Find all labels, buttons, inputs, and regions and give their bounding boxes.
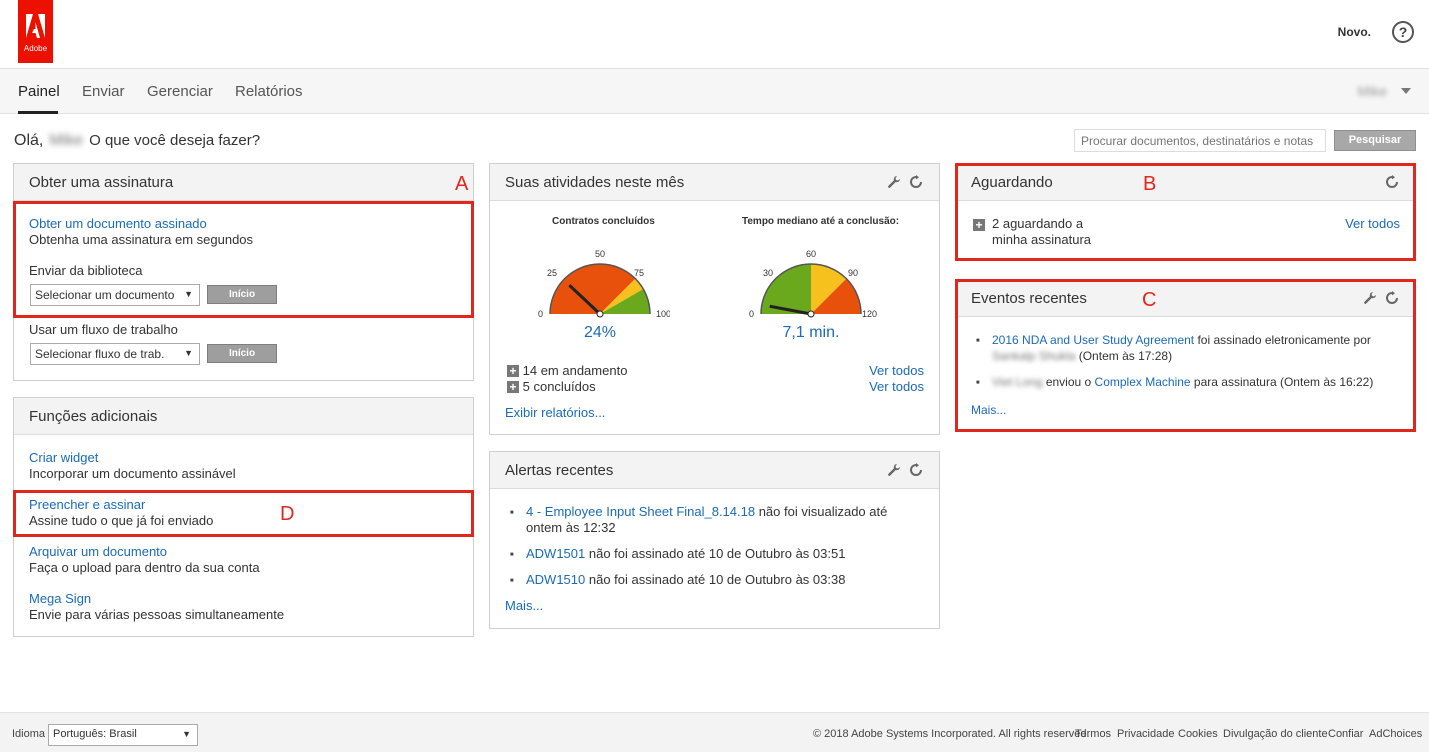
language-label: Idioma bbox=[12, 728, 46, 740]
see-all-in-progress[interactable]: Ver todos bbox=[869, 363, 924, 378]
marker-a: A bbox=[455, 173, 469, 195]
completed-text: 5 concluídos bbox=[522, 379, 596, 394]
gauge-median-time: 0 30 60 90 120 7,1 min. bbox=[749, 249, 877, 341]
alert-doc-link[interactable]: 4 - Employee Input Sheet Final_8.14.18 bbox=[526, 504, 755, 519]
wrench-icon[interactable] bbox=[887, 175, 901, 189]
alert-doc-link[interactable]: ADW1501 bbox=[526, 546, 585, 561]
completed-row[interactable]: + 5 concluídos bbox=[507, 379, 596, 394]
create-widget-link[interactable]: Criar widget bbox=[29, 450, 98, 465]
gauge-contracts: 0 25 50 75 100 24% bbox=[538, 249, 670, 341]
tab-manage[interactable]: Gerenciar bbox=[147, 83, 213, 100]
highlight-box-d bbox=[13, 490, 474, 537]
wrench-icon[interactable] bbox=[887, 463, 901, 477]
gauge1-hub bbox=[596, 310, 604, 318]
archive-link[interactable]: Arquivar um documento bbox=[29, 544, 167, 559]
marker-c: C bbox=[1142, 289, 1157, 311]
mega-sign-desc: Envie para várias pessoas simultaneament… bbox=[29, 607, 285, 622]
in-progress-row[interactable]: + 14 em andamento bbox=[507, 363, 627, 378]
refresh-icon[interactable] bbox=[909, 175, 923, 189]
alerts-more-link[interactable]: Mais... bbox=[505, 598, 543, 613]
greeting-question: O que você deseja fazer? bbox=[89, 132, 261, 149]
main-nav: Painel Enviar Gerenciar Relatórios bbox=[0, 68, 1429, 114]
alerts-panel: Alertas recentes 4 - Employee Input Shee… bbox=[489, 451, 940, 629]
gauge2-tick-60: 60 bbox=[806, 249, 816, 259]
list-item: 4 - Employee Input Sheet Final_8.14.18 n… bbox=[510, 504, 910, 536]
footer-link-cookies[interactable]: Cookies bbox=[1178, 728, 1218, 740]
gauge1-tick-50: 50 bbox=[595, 249, 605, 259]
create-widget-desc: Incorporar um documento assinável bbox=[29, 466, 236, 481]
footer-link-privacy[interactable]: Privacidade bbox=[1117, 728, 1174, 740]
footer: Idioma Português: Brasil © 2018 Adobe Sy… bbox=[0, 712, 1429, 752]
panel-title: Obter uma assinatura bbox=[14, 164, 473, 201]
marker-d: D bbox=[280, 503, 295, 525]
list-item: ADW1510 não foi assinado até 10 de Outub… bbox=[510, 572, 910, 589]
list-item: ADW1501 não foi assinado até 10 de Outub… bbox=[510, 546, 910, 563]
gauge2-hub bbox=[807, 310, 815, 318]
active-tab-indicator bbox=[18, 111, 58, 114]
reports-link[interactable]: Exibir relatórios... bbox=[505, 405, 605, 420]
footer-link-adchoices[interactable]: AdChoices bbox=[1369, 728, 1422, 740]
activities-panel: Suas atividades neste mês Contratos conc… bbox=[489, 163, 940, 435]
highlight-box-c bbox=[955, 279, 1416, 432]
highlight-box-a bbox=[13, 201, 474, 318]
gauge1-tick-25: 25 bbox=[547, 268, 557, 278]
gauge2-tick-0: 0 bbox=[749, 309, 754, 319]
workflow-label: Usar um fluxo de trabalho bbox=[29, 322, 178, 337]
workflow-select[interactable]: Selecionar fluxo de trab. bbox=[30, 343, 200, 365]
alert-text: não foi assinado até 10 de Outubro às 03… bbox=[585, 572, 846, 587]
language-select[interactable]: Português: Brasil bbox=[48, 724, 198, 746]
user-menu[interactable]: Mike bbox=[1357, 83, 1387, 99]
archive-desc: Faça o upload para dentro da sua conta bbox=[29, 560, 260, 575]
gauge2-label: Tempo mediano até a conclusão: bbox=[742, 216, 900, 227]
greeting-hello: Olá, bbox=[14, 132, 44, 149]
help-icon[interactable]: ? bbox=[1392, 21, 1414, 43]
panel-title-text: Alertas recentes bbox=[505, 462, 614, 479]
panel-title: Suas atividades neste mês bbox=[490, 164, 939, 201]
footer-link-trust[interactable]: Confiar bbox=[1328, 728, 1363, 740]
gauge2-value: 7,1 min. bbox=[783, 324, 840, 341]
gauge1-tick-100: 100 bbox=[656, 309, 670, 319]
search-button[interactable]: Pesquisar bbox=[1334, 130, 1416, 151]
alert-doc-link[interactable]: ADW1510 bbox=[526, 572, 585, 587]
footer-link-terms[interactable]: Termos bbox=[1075, 728, 1111, 740]
new-link[interactable]: Novo. bbox=[1338, 25, 1371, 39]
alerts-list: 4 - Employee Input Sheet Final_8.14.18 n… bbox=[510, 504, 910, 589]
gauge1-label: Contratos concluídos bbox=[552, 216, 655, 227]
gauge2-tick-120: 120 bbox=[862, 309, 877, 319]
footer-link-disclosure[interactable]: Divulgação do cliente bbox=[1223, 728, 1328, 740]
chevron-down-icon[interactable] bbox=[1401, 88, 1411, 94]
mega-sign-link[interactable]: Mega Sign bbox=[29, 591, 91, 606]
tab-send[interactable]: Enviar bbox=[82, 83, 125, 100]
greeting-name: Mike bbox=[49, 132, 84, 149]
gauge1-value: 24% bbox=[584, 324, 616, 341]
marker-b: B bbox=[1143, 173, 1157, 195]
gauge2-tick-30: 30 bbox=[763, 268, 773, 278]
panel-title: Alertas recentes bbox=[490, 452, 939, 489]
copyright: © 2018 Adobe Systems Incorporated. All r… bbox=[813, 728, 1090, 740]
plus-icon[interactable]: + bbox=[507, 381, 519, 393]
adobe-logo-icon bbox=[26, 14, 45, 38]
greeting: Olá, Mike O que você deseja fazer? bbox=[14, 132, 260, 150]
alert-text: não foi assinado até 10 de Outubro às 03… bbox=[585, 546, 846, 561]
tab-reports[interactable]: Relatórios bbox=[235, 83, 303, 100]
see-all-completed[interactable]: Ver todos bbox=[869, 379, 924, 394]
tab-dashboard[interactable]: Painel bbox=[18, 83, 60, 100]
search-input[interactable] bbox=[1074, 129, 1326, 152]
refresh-icon[interactable] bbox=[909, 463, 923, 477]
gauge1-tick-75: 75 bbox=[634, 268, 644, 278]
logo-text: Adobe bbox=[23, 44, 48, 53]
in-progress-text: 14 em andamento bbox=[522, 363, 628, 378]
plus-icon[interactable]: + bbox=[507, 365, 519, 377]
panel-title: Funções adicionais bbox=[14, 398, 473, 435]
gauge2-tick-90: 90 bbox=[848, 268, 858, 278]
highlight-box-b bbox=[955, 163, 1416, 261]
adobe-logo[interactable]: Adobe bbox=[18, 0, 53, 63]
panel-title-text: Suas atividades neste mês bbox=[505, 174, 685, 191]
gauge1-tick-0: 0 bbox=[538, 309, 543, 319]
workflow-start-button[interactable]: Início bbox=[207, 344, 277, 363]
